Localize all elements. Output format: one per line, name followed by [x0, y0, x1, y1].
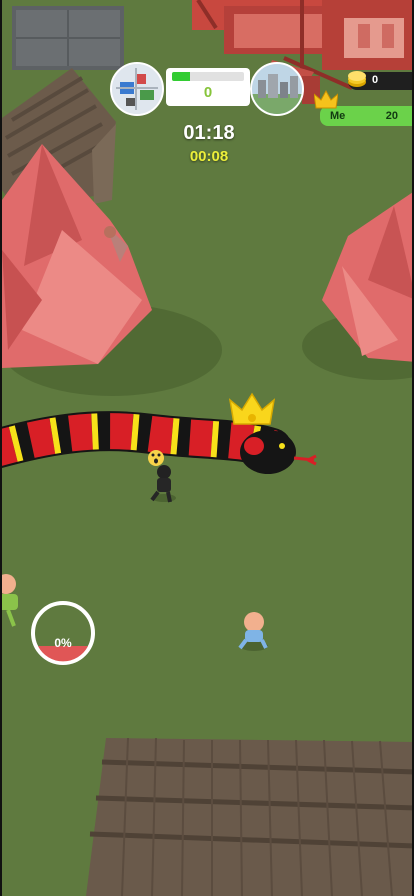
- growth-ring-graphic: [31, 601, 95, 665]
- map-thumbnail-icon: [112, 64, 162, 114]
- next-map-thumbnail: [250, 62, 304, 116]
- growth-progress-ring: 0%: [30, 600, 96, 666]
- progress-fill: [172, 72, 190, 81]
- leaderboard-player-score: 20: [385, 110, 398, 122]
- coin-counter: 0: [348, 71, 412, 90]
- leaderboard-row: Me 20: [314, 90, 412, 126]
- wooden-floor: [86, 737, 412, 896]
- scared-emoji-icon: [148, 450, 164, 466]
- map-thumbnail-icon: [252, 64, 302, 114]
- crown-icon: [314, 90, 338, 109]
- secondary-timer: 00:08: [189, 148, 229, 165]
- progress-bar: 0: [166, 68, 250, 106]
- leaderboard-player-name: Me: [330, 110, 346, 122]
- grey-building: [12, 6, 124, 70]
- level-progress-panel: 0: [110, 62, 304, 116]
- game-viewport[interactable]: 0 01:18 00:08 0 Me 20 0%: [0, 0, 414, 896]
- growth-percent: 0%: [54, 636, 72, 650]
- current-map-thumbnail: [110, 62, 164, 116]
- coin-icon: [348, 71, 366, 87]
- progress-track: [172, 72, 244, 81]
- tree-stump: [104, 226, 116, 238]
- progress-count: 0: [203, 84, 213, 101]
- coin-count: 0: [372, 74, 379, 86]
